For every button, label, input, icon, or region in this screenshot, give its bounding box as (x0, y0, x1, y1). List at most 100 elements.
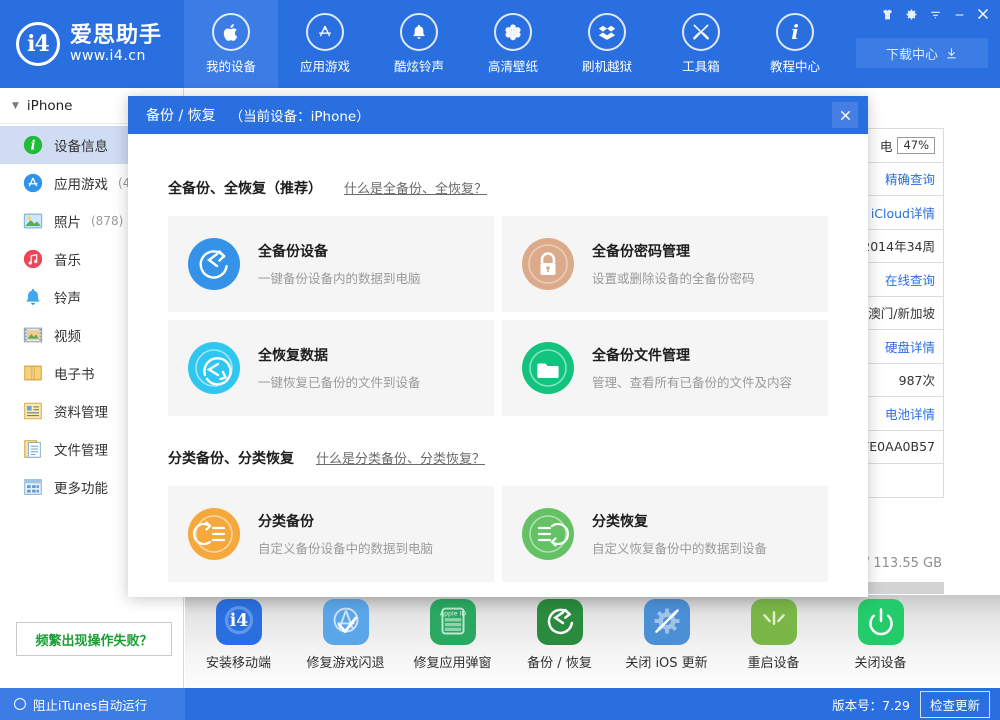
sidebar-item-label: 照片 (54, 215, 81, 231)
nav-item-ringtones[interactable]: 酷炫铃声 (372, 0, 466, 88)
tool-backup-restore[interactable]: 备份 / 恢复 (506, 599, 613, 671)
appstore-icon (306, 13, 344, 51)
row-link: iCloud详情 (870, 205, 935, 221)
flower-icon (494, 13, 532, 51)
appleid-popup-icon: Apple ID (429, 599, 476, 645)
card-backup-password-manage[interactable]: 全备份密码管理 设置或删除设备的全备份密码 (502, 216, 828, 312)
appstore-icon (23, 173, 43, 193)
section-help-link[interactable]: 什么是分类备份、分类恢复？ (316, 448, 485, 467)
tool-restart-device[interactable]: 重启设备 (720, 599, 827, 671)
svg-text:i: i (31, 139, 36, 154)
card-category-restore[interactable]: 分类恢复 自定义恢复备份中的数据到设备 (502, 486, 828, 582)
section-category-backup-cards: 分类备份 自定义备份设备中的数据到电脑 分类恢复 自定义恢复备份中的数据到设备 (168, 486, 828, 582)
card-title: 分类备份 (258, 514, 314, 530)
brand-name: 爱思助手 (70, 23, 163, 49)
nav-item-my-device[interactable]: 我的设备 (184, 0, 278, 88)
sidebar-item-label: 铃声 (54, 291, 81, 307)
card-title: 全恢复数据 (258, 348, 328, 364)
card-desc: 自定义备份设备中的数据到电脑 (258, 541, 434, 556)
restore-data-icon (188, 342, 240, 394)
nav-item-wallpapers[interactable]: 高清壁纸 (466, 0, 560, 88)
nav-item-tutorials[interactable]: i 教程中心 (748, 0, 842, 88)
card-desc: 管理、查看所有已备份的文件及内容 (592, 375, 793, 390)
close-icon[interactable] (832, 102, 858, 128)
sidebar-item-label: 资料管理 (54, 405, 108, 421)
card-desc: 一键恢复已备份的文件到设备 (258, 375, 421, 390)
tool-label: 修复游戏闪退 (306, 656, 385, 671)
card-title: 全备份密码管理 (592, 244, 690, 260)
section-category-backup-header: 分类备份、分类恢复 什么是分类备份、分类恢复？ (168, 448, 828, 468)
check-update-button[interactable]: 检查更新 (919, 690, 990, 718)
tool-label: 关闭 iOS 更新 (625, 656, 708, 671)
info-circle-icon: i (23, 135, 43, 155)
block-itunes-toggle[interactable]: 阻止iTunes自动运行 (0, 688, 185, 720)
card-full-restore-data[interactable]: 全恢复数据 一键恢复已备份的文件到设备 (168, 320, 494, 416)
nav-label: 教程中心 (769, 59, 820, 74)
nav-item-toolbox[interactable]: 工具箱 (654, 0, 748, 88)
battery-label: 电 (879, 138, 893, 154)
tool-label: 备份 / 恢复 (527, 656, 592, 671)
power-off-icon (857, 599, 904, 645)
photo-icon (23, 213, 43, 229)
status-bar: 阻止iTunes自动运行 版本号：7.29 检查更新 (0, 688, 1000, 720)
backup-restore-dialog: 备份 / 恢复 （当前设备：iPhone） 全备份、全恢复（推荐） 什么是全备份… (128, 96, 868, 597)
dialog-title: 备份 / 恢复 (146, 108, 216, 124)
block-itunes-label: 阻止iTunes自动运行 (33, 697, 148, 713)
menu-icon[interactable] (924, 4, 946, 24)
nav-label: 酷炫铃声 (393, 59, 444, 74)
category-backup-icon (188, 508, 240, 560)
card-desc: 设置或删除设备的全备份密码 (592, 271, 755, 286)
tool-fix-game-crash[interactable]: 修复游戏闪退 (292, 599, 399, 671)
shirt-icon[interactable] (876, 4, 898, 24)
backup-restore-icon (536, 599, 583, 645)
tool-disable-ios-update[interactable]: 关闭 iOS 更新 (613, 599, 720, 671)
dropbox-icon (588, 13, 626, 51)
window-controls (876, 4, 994, 24)
nav-item-flash-jailbreak[interactable]: 刷机越狱 (560, 0, 654, 88)
section-help-link[interactable]: 什么是全备份、全恢复？ (344, 178, 487, 197)
minimize-icon[interactable] (948, 4, 970, 24)
brand-url: www.i4.cn (70, 48, 146, 65)
row-value: 987次 (898, 373, 935, 389)
card-category-backup[interactable]: 分类备份 自定义备份设备中的数据到电脑 (168, 486, 494, 582)
restart-icon (750, 599, 797, 645)
card-backup-file-manage[interactable]: 全备份文件管理 管理、查看所有已备份的文件及内容 (502, 320, 828, 416)
row-value: 澳门/新加坡 (868, 306, 935, 322)
card-full-backup-device[interactable]: 全备份设备 一键备份设备内的数据到电脑 (168, 216, 494, 312)
operation-failed-button[interactable]: 频繁出现操作失败？ (16, 622, 172, 656)
nav-label: 我的设备 (205, 59, 256, 74)
brand-text: 爱思助手 www.i4.cn (70, 24, 162, 64)
sidebar-item-label: 音乐 (54, 253, 81, 269)
video-icon (23, 327, 43, 343)
tool-install-mobile[interactable]: i4 安装移动端 (185, 599, 292, 671)
folder-icon (522, 342, 574, 394)
close-icon[interactable] (972, 4, 994, 24)
section-title: 全备份、全恢复（推荐） (168, 181, 322, 197)
tool-power-off-device[interactable]: 关闭设备 (827, 599, 934, 671)
appstore-check-icon (322, 599, 369, 645)
section-full-backup-header: 全备份、全恢复（推荐） 什么是全备份、全恢复？ (168, 178, 828, 198)
download-center-button[interactable]: 下载中心 (856, 38, 988, 68)
capacity-text: / 113.55 GB (864, 556, 942, 571)
top-navigation-bar: i4 爱思助手 www.i4.cn 我的设备 应用游戏 酷炫铃声 高清壁纸 刷机… (0, 0, 1000, 88)
svg-text:i4: i4 (229, 611, 248, 631)
nav-label: 工具箱 (682, 59, 720, 74)
nav-item-apps-games[interactable]: 应用游戏 (278, 0, 372, 88)
card-text: 分类备份 自定义备份设备中的数据到电脑 (258, 511, 433, 557)
row-link: 精确查询 (884, 172, 935, 188)
row-value: FE0AA0B57 (862, 439, 935, 455)
gear-icon[interactable] (900, 4, 922, 24)
radio-icon (14, 698, 26, 710)
tools-icon (682, 13, 720, 51)
bottom-tool-strip: i4 安装移动端 修复游戏闪退 Apple ID 修复应用弹窗 备份 / 恢复 … (185, 595, 1000, 688)
card-text: 全恢复数据 一键恢复已备份的文件到设备 (258, 345, 421, 391)
section-title: 分类备份、分类恢复 (168, 451, 294, 467)
card-text: 全备份设备 一键备份设备内的数据到电脑 (258, 241, 421, 287)
dialog-body: 全备份、全恢复（推荐） 什么是全备份、全恢复？ 全备份设备 一键备份设备内的数据… (128, 134, 868, 582)
section-full-backup-cards: 全备份设备 一键备份设备内的数据到电脑 全备份密码管理 设置或删除设备的全备份密… (168, 216, 828, 416)
sidebar-item-label: 更多功能 (54, 481, 108, 497)
tool-fix-app-popup[interactable]: Apple ID 修复应用弹窗 (399, 599, 506, 671)
row-link: 在线查询 (884, 272, 935, 288)
sidebar-item-label: 电子书 (54, 367, 95, 383)
card-text: 全备份文件管理 管理、查看所有已备份的文件及内容 (592, 345, 792, 391)
